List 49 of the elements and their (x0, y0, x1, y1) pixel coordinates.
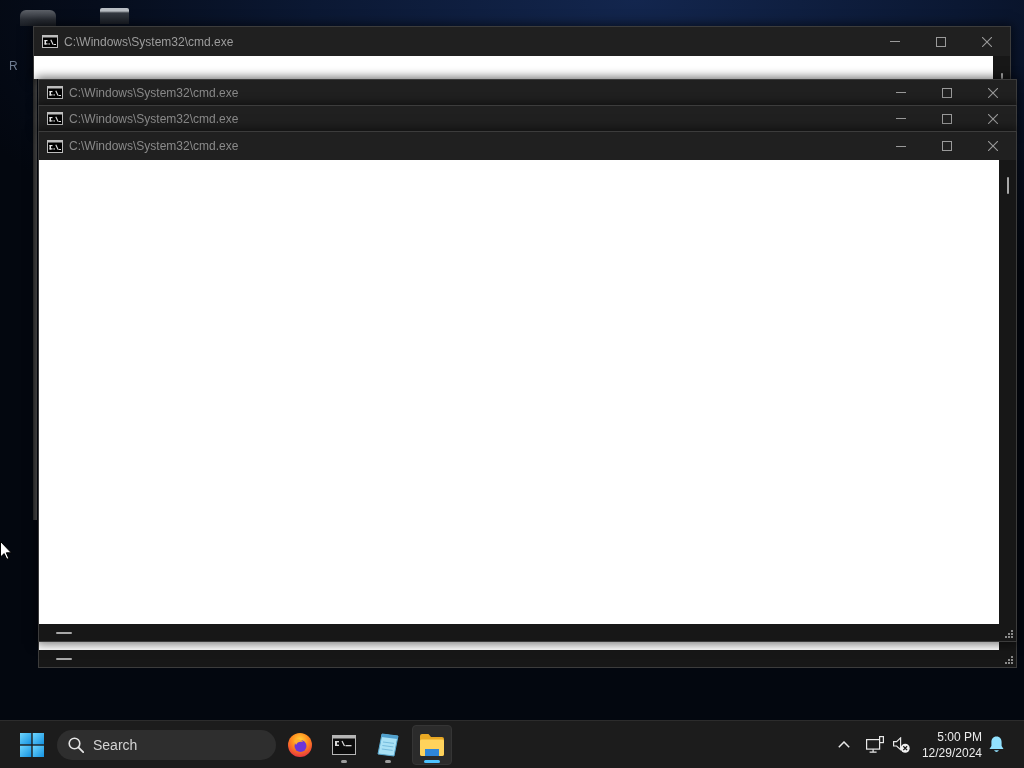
chevron-up-icon[interactable] (837, 741, 850, 748)
minimize-icon[interactable] (896, 145, 906, 147)
scrollbar-thumb[interactable] (56, 657, 72, 660)
close-icon[interactable] (982, 36, 992, 47)
window-title: C:\Windows\System32\cmd.exe (64, 34, 234, 49)
console-icon[interactable] (42, 35, 58, 48)
notification-bell-icon[interactable] (989, 736, 1004, 753)
maximize-icon[interactable] (942, 87, 952, 98)
title-bar[interactable]: C:\Windows\System32\cmd.exe (38, 79, 1017, 105)
resize-grip-icon[interactable] (1005, 656, 1013, 664)
desktop-icon-label[interactable]: R (9, 59, 18, 73)
console-window[interactable]: C:\Windows\System32\cmd.exe (38, 131, 1017, 642)
maximize-icon[interactable] (942, 141, 952, 151)
notepad-icon (377, 732, 399, 757)
title-bar[interactable]: C:\Windows\System32\cmd.exe (39, 132, 1016, 160)
mouse-pointer-icon (0, 541, 12, 560)
terminal-icon (332, 734, 356, 755)
folder-icon (420, 733, 444, 756)
title-bar[interactable]: C:\Windows\System32\cmd.exe (34, 27, 1010, 56)
window-title: C:\Windows\System32\cmd.exe (69, 111, 239, 126)
window-bottom-edge[interactable] (38, 642, 1017, 668)
browser-icon (288, 732, 312, 757)
close-icon[interactable] (988, 87, 998, 98)
vertical-scrollbar[interactable] (993, 56, 1010, 79)
scrollbar-thumb[interactable] (56, 631, 72, 634)
scrollbar-thumb[interactable] (1006, 177, 1009, 194)
console-icon[interactable] (47, 86, 63, 99)
title-bar[interactable]: C:\Windows\System32\cmd.exe (38, 105, 1017, 131)
maximize-icon[interactable] (942, 113, 952, 124)
window-title: C:\Windows\System32\cmd.exe (69, 139, 239, 153)
resize-grip-icon[interactable] (1005, 630, 1013, 638)
close-icon[interactable] (988, 141, 998, 151)
taskbar-button[interactable] (412, 724, 452, 765)
speaker-muted-icon[interactable] (892, 736, 910, 753)
clock-date[interactable]: 12/29/2024 (921, 744, 982, 761)
network-monitor-icon[interactable] (865, 736, 884, 753)
search-icon (68, 736, 84, 753)
scrollbar-thumb[interactable] (1000, 73, 1003, 79)
console-window[interactable]: C:\Windows\System32\cmd.exe (33, 26, 1011, 79)
search-field[interactable]: Search (57, 729, 276, 760)
console-icon[interactable] (47, 112, 63, 125)
clock-time[interactable]: 5:00 PM (937, 728, 982, 745)
maximize-icon[interactable] (936, 36, 946, 47)
desktop-icon[interactable] (100, 8, 129, 24)
window-title: C:\Windows\System32\cmd.exe (69, 85, 239, 100)
console-icon[interactable] (47, 139, 63, 153)
vertical-scrollbar[interactable] (999, 160, 1016, 624)
start-icon[interactable] (20, 732, 44, 757)
close-icon[interactable] (988, 113, 998, 124)
